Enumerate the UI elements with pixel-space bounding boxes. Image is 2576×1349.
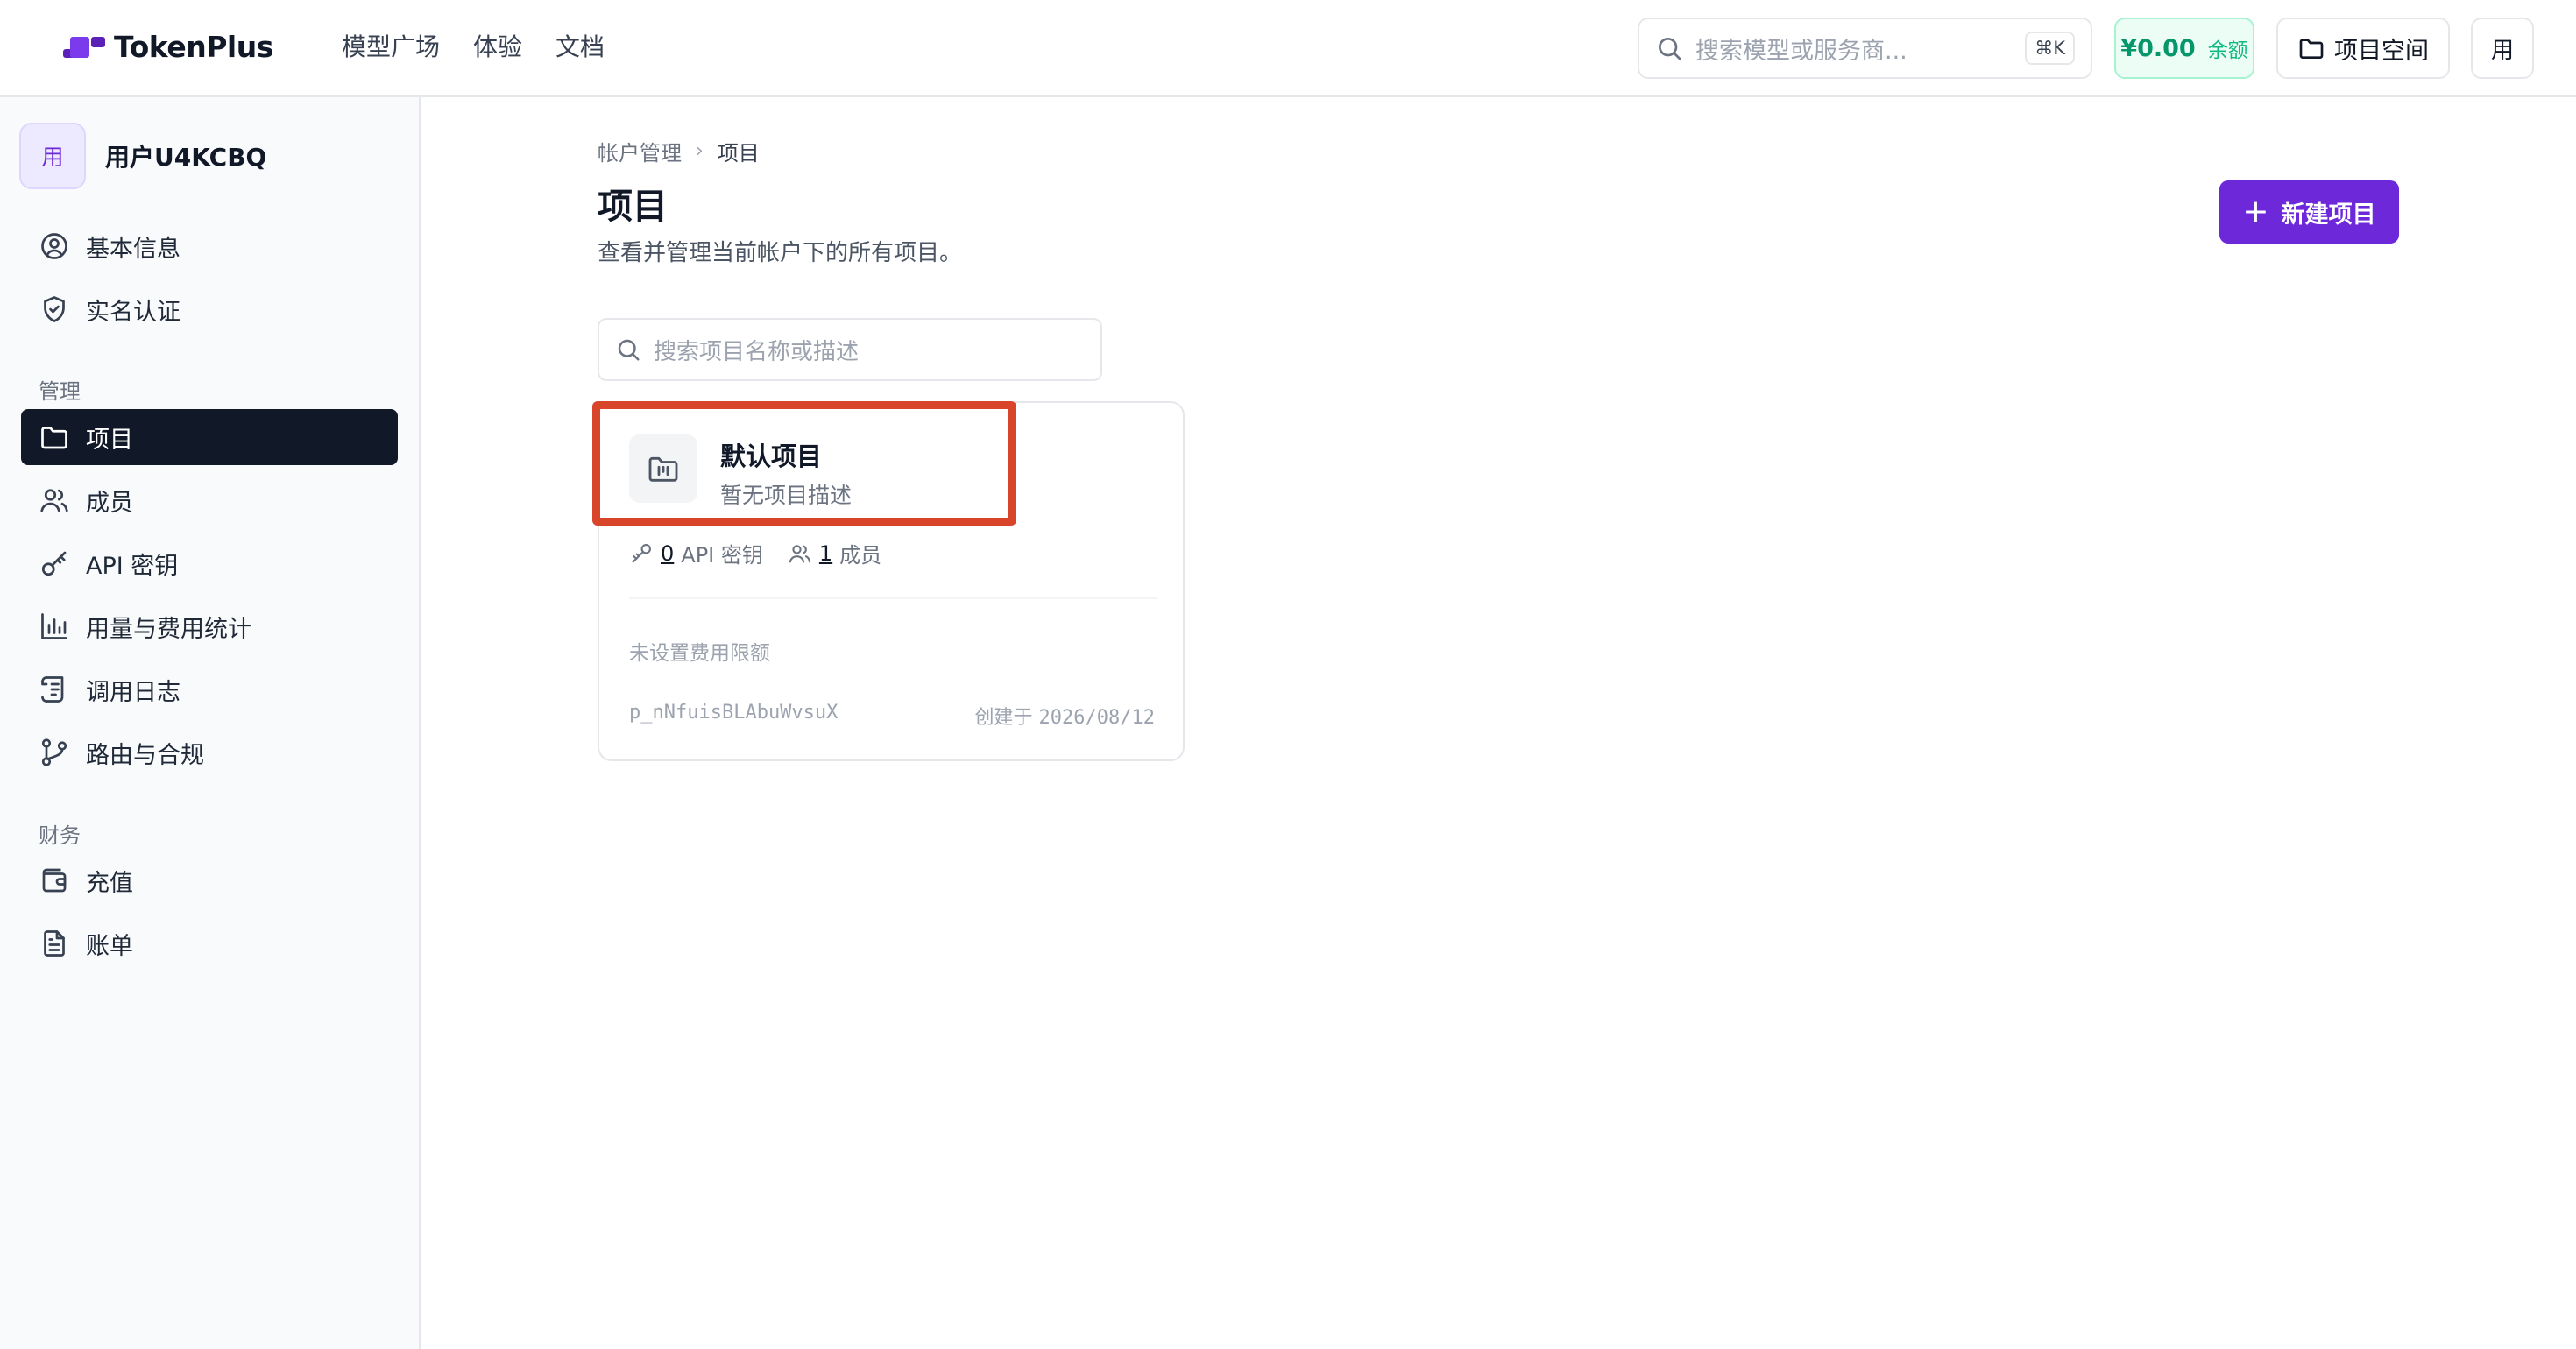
api-keys-count: 0: [661, 540, 675, 566]
page-description: 查看并管理当前帐户下的所有项目。: [598, 240, 963, 266]
global-search-placeholder: 搜索模型或服务商...: [1695, 37, 1907, 65]
project-members[interactable]: 1 成员: [788, 538, 881, 569]
sidebar-item-label: 调用日志: [86, 678, 180, 706]
sidebar-item-label: 充值: [86, 869, 133, 897]
sidebar-item-label: 实名认证: [86, 298, 180, 326]
main-content: 帐户管理 › 项目 项目 查看并管理当前帐户下的所有项目。 + 新建项目 搜索项…: [421, 97, 2576, 1349]
section-label-finance: 财务: [39, 823, 81, 848]
project-search-placeholder: 搜索项目名称或描述: [654, 338, 860, 365]
breadcrumb-account[interactable]: 帐户管理: [598, 136, 682, 166]
new-project-label: 新建项目: [2281, 201, 2376, 229]
sidebar-item-api-keys[interactable]: API 密钥: [21, 535, 398, 591]
project-search-input[interactable]: 搜索项目名称或描述: [598, 318, 1102, 381]
project-name: 默认项目: [720, 441, 823, 471]
top-header: TokenPlus 模型广场 体验 文档 搜索模型或服务商... ⌘K ¥0.0…: [0, 0, 2576, 97]
file-text-icon: [44, 930, 65, 957]
logo-icon: [63, 33, 105, 61]
sidebar-item-label: 项目: [86, 426, 133, 454]
search-icon: [618, 339, 640, 361]
sidebar-item-basic-info[interactable]: 基本信息: [21, 218, 398, 274]
chevron-right-icon: ›: [696, 140, 704, 162]
logo-text: TokenPlus: [114, 30, 273, 64]
top-nav: 模型广场 体验 文档: [342, 28, 605, 63]
sidebar-item-label: 路由与合规: [86, 741, 204, 769]
search-icon: [1659, 38, 1681, 60]
plus-icon: +: [2242, 194, 2269, 230]
breadcrumb: 帐户管理 › 项目: [598, 136, 760, 166]
sidebar-item-verification[interactable]: 实名认证: [21, 281, 398, 337]
api-keys-label: API 密钥: [681, 543, 763, 568]
balance-badge[interactable]: ¥0.00 余额: [2114, 18, 2254, 79]
folder-icon: [41, 427, 67, 449]
sidebar-item-usage-stats[interactable]: 用量与费用统计: [21, 598, 398, 654]
project-card[interactable]: 默认项目 暂无项目描述 0 API 密钥 1 成员 未设置费用限额 p_nNfu…: [592, 401, 1185, 761]
git-branch-icon: [41, 738, 67, 766]
sidebar-item-label: 账单: [86, 932, 133, 960]
sidebar-item-recharge[interactable]: 充值: [21, 852, 398, 908]
nav-link-model-square[interactable]: 模型广场: [342, 28, 440, 63]
workspace-button[interactable]: 项目空间: [2276, 18, 2450, 79]
nav-link-playground[interactable]: 体验: [473, 28, 522, 63]
section-label-manage: 管理: [39, 379, 81, 404]
global-search-input[interactable]: 搜索模型或服务商... ⌘K: [1638, 18, 2092, 79]
sidebar-item-billing[interactable]: 账单: [21, 915, 398, 971]
sidebar-item-label: 成员: [86, 489, 133, 517]
profile-username: 用户U4KCBQ: [105, 143, 267, 172]
workspace-label: 项目空间: [2334, 37, 2429, 65]
members-label: 成员: [839, 543, 882, 568]
users-icon: [40, 489, 68, 512]
scroll-icon: [41, 676, 64, 703]
sidebar-item-label: 用量与费用统计: [86, 615, 251, 643]
page-title: 项目: [598, 187, 668, 227]
logo[interactable]: TokenPlus: [63, 30, 273, 64]
search-shortcut-badge: ⌘K: [2025, 32, 2075, 65]
bar-chart-icon: [41, 613, 67, 639]
folder-icon: [2299, 39, 2324, 59]
wallet-icon: [42, 868, 67, 893]
shield-check-icon: [44, 296, 65, 322]
project-limit-text: 未设置费用限额: [629, 642, 770, 665]
nav-link-docs[interactable]: 文档: [556, 28, 605, 63]
project-folder-icon: [629, 434, 697, 503]
sidebar: 用 用户U4KCBQ 基本信息 实名认证 管理 项目 成员 API 密钥 用量与…: [0, 97, 421, 1349]
project-id: p_nNfuisBLAbuWvsuX: [629, 702, 839, 724]
sidebar-item-call-logs[interactable]: 调用日志: [21, 661, 398, 717]
project-meta: 0 API 密钥 1 成员: [629, 538, 881, 569]
project-api-keys[interactable]: 0 API 密钥: [629, 538, 763, 569]
members-count: 1: [818, 540, 833, 566]
sidebar-item-members[interactable]: 成员: [21, 472, 398, 528]
new-project-button[interactable]: + 新建项目: [2219, 180, 2399, 244]
sidebar-item-routing-compliance[interactable]: 路由与合规: [21, 724, 398, 780]
user-menu-button[interactable]: 用: [2471, 18, 2534, 79]
sidebar-item-label: API 密钥: [86, 552, 179, 580]
users-icon: [789, 544, 811, 562]
user-circle-icon: [41, 233, 67, 259]
balance-amount: ¥0.00: [2120, 34, 2196, 62]
created-date: 2026/08/12: [1038, 707, 1155, 729]
avatar: 用: [19, 123, 86, 189]
balance-label: 余额: [2207, 39, 2248, 62]
key-icon: [41, 551, 67, 576]
project-created: 创建于 2026/08/12: [975, 702, 1155, 730]
card-divider: [629, 597, 1157, 599]
key-icon: [632, 543, 651, 562]
project-description: 暂无项目描述: [720, 483, 853, 508]
sidebar-item-label: 基本信息: [86, 235, 180, 263]
sidebar-item-projects[interactable]: 项目: [21, 409, 398, 465]
user-profile[interactable]: 用 用户U4KCBQ: [19, 123, 266, 189]
breadcrumb-current: 项目: [717, 141, 760, 166]
created-label: 创建于: [974, 707, 1033, 729]
app-root: TokenPlus 模型广场 体验 文档 搜索模型或服务商... ⌘K ¥0.0…: [0, 0, 2576, 1349]
